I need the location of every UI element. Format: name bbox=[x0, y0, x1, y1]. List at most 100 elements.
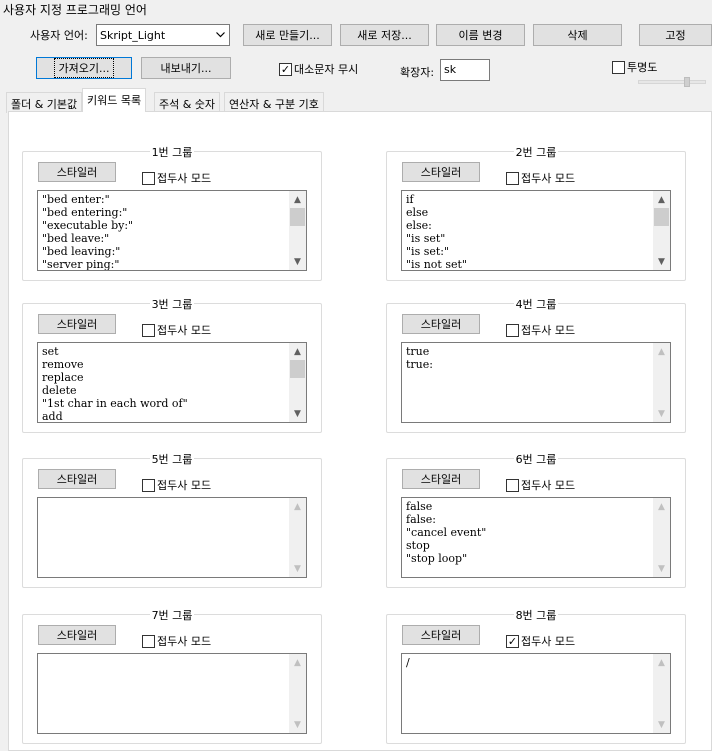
scrollbar[interactable]: ▲ ▼ bbox=[289, 654, 306, 733]
list-item[interactable]: true: bbox=[406, 358, 652, 371]
tab-comments-numbers[interactable]: 주석 & 숫자 bbox=[154, 92, 221, 113]
scroll-up-icon[interactable]: ▲ bbox=[653, 654, 670, 671]
prefix-mode-checkbox[interactable]: 접두사 모드 bbox=[142, 170, 211, 186]
list-item[interactable]: false bbox=[406, 500, 652, 513]
styler-button[interactable]: 스타일러 bbox=[38, 625, 116, 645]
keyword-list[interactable]: set remove replace delete "1st char in each … bbox=[37, 342, 307, 423]
styler-button[interactable]: 스타일러 bbox=[38, 314, 116, 334]
scroll-down-icon[interactable]: ▼ bbox=[653, 253, 670, 270]
keyword-group: 5번 그룹 스타일러 접두사 모드 ▲ ▼ bbox=[22, 453, 322, 588]
keyword-list[interactable]: false false: "cancel event" stop "stop loop"… bbox=[401, 497, 671, 578]
scroll-thumb[interactable] bbox=[290, 360, 305, 378]
dock-button[interactable]: 고정 bbox=[639, 24, 712, 46]
scroll-up-icon[interactable]: ▲ bbox=[289, 343, 306, 360]
checkbox-box bbox=[506, 171, 519, 185]
import-button[interactable]: 가져오기... bbox=[36, 57, 132, 79]
scroll-up-icon[interactable]: ▲ bbox=[289, 191, 306, 208]
scroll-down-icon[interactable]: ▼ bbox=[289, 560, 306, 577]
styler-button[interactable]: 스타일러 bbox=[402, 314, 480, 334]
list-item[interactable]: set bbox=[42, 345, 288, 358]
list-item[interactable]: false: bbox=[406, 513, 652, 526]
prefix-mode-label: 접두사 모드 bbox=[157, 172, 212, 185]
save-as-button[interactable]: 새로 저장... bbox=[340, 24, 429, 46]
keyword-list[interactable]: ▲ ▼ bbox=[37, 653, 307, 734]
styler-button[interactable]: 스타일러 bbox=[402, 469, 480, 489]
tab-operators-delimiters[interactable]: 연산자 & 구분 기호 bbox=[224, 92, 324, 113]
prefix-mode-checkbox[interactable]: 접두사 모드 bbox=[142, 477, 211, 493]
prefix-mode-checkbox[interactable]: 접두사 모드 bbox=[142, 633, 211, 649]
list-item[interactable]: "stop loop" bbox=[406, 552, 652, 565]
list-item[interactable]: "bed leaving:" bbox=[42, 245, 288, 258]
scroll-thumb[interactable] bbox=[290, 208, 305, 226]
transparency-slider[interactable] bbox=[638, 80, 706, 84]
list-item[interactable]: "is not set" bbox=[406, 258, 652, 270]
prefix-mode-checkbox[interactable]: ✓ 접두사 모드 bbox=[506, 633, 575, 649]
scroll-down-icon[interactable]: ▼ bbox=[289, 405, 306, 422]
list-item[interactable]: "cancel event" bbox=[406, 526, 652, 539]
styler-button[interactable]: 스타일러 bbox=[38, 162, 116, 182]
group-title-wrap: 8번 그룹 bbox=[387, 607, 685, 623]
scroll-down-icon[interactable]: ▼ bbox=[653, 405, 670, 422]
scroll-thumb[interactable] bbox=[654, 208, 669, 226]
keyword-list[interactable]: if else else: "is set" "is set:" "is not set"… bbox=[401, 190, 671, 271]
export-button[interactable]: 내보내기... bbox=[141, 57, 231, 79]
list-item[interactable]: "executable by:" bbox=[42, 219, 288, 232]
list-item[interactable]: else: bbox=[406, 219, 652, 232]
list-item[interactable]: / bbox=[406, 656, 652, 669]
styler-button[interactable]: 스타일러 bbox=[38, 469, 116, 489]
new-language-button[interactable]: 새로 만들기... bbox=[243, 24, 332, 46]
language-select[interactable]: Skript_Light bbox=[96, 24, 230, 46]
scroll-up-icon[interactable]: ▲ bbox=[289, 498, 306, 515]
scrollbar[interactable]: ▲ ▼ bbox=[289, 191, 306, 270]
scroll-down-icon[interactable]: ▼ bbox=[289, 253, 306, 270]
styler-button[interactable]: 스타일러 bbox=[402, 162, 480, 182]
scrollbar[interactable]: ▲ ▼ bbox=[653, 498, 670, 577]
keyword-list[interactable]: "bed enter:" "bed entering:" "executable b… bbox=[37, 190, 307, 271]
prefix-mode-checkbox[interactable]: 접두사 모드 bbox=[506, 477, 575, 493]
list-item[interactable]: "bed enter:" bbox=[42, 193, 288, 206]
delete-button[interactable]: 삭제 bbox=[533, 24, 622, 46]
list-item[interactable]: delete bbox=[42, 384, 288, 397]
list-item[interactable]: stop bbox=[406, 539, 652, 552]
tab-keywords[interactable]: 키워드 목록 bbox=[82, 88, 147, 112]
list-item[interactable]: remove bbox=[42, 358, 288, 371]
rename-button[interactable]: 이름 변경 bbox=[436, 24, 525, 46]
keyword-list[interactable]: ▲ ▼ bbox=[37, 497, 307, 578]
styler-button[interactable]: 스타일러 bbox=[402, 625, 480, 645]
scrollbar[interactable]: ▲ ▼ bbox=[289, 498, 306, 577]
transparency-checkbox[interactable]: 투명도 bbox=[612, 59, 657, 75]
list-item[interactable]: if bbox=[406, 193, 652, 206]
scroll-up-icon[interactable]: ▲ bbox=[653, 191, 670, 208]
scrollbar[interactable]: ▲ ▼ bbox=[289, 343, 306, 422]
scrollbar[interactable]: ▲ ▼ bbox=[653, 191, 670, 270]
list-item[interactable]: "is set" bbox=[406, 232, 652, 245]
list-item[interactable]: "1st char in each word of" bbox=[42, 397, 288, 410]
scrollbar[interactable]: ▲ ▼ bbox=[653, 343, 670, 422]
scroll-up-icon[interactable]: ▲ bbox=[653, 343, 670, 360]
scroll-down-icon[interactable]: ▼ bbox=[653, 716, 670, 733]
scrollbar[interactable]: ▲ ▼ bbox=[653, 654, 670, 733]
list-item[interactable]: "is set:" bbox=[406, 245, 652, 258]
keyword-list[interactable]: true true: ▲ ▼ bbox=[401, 342, 671, 423]
prefix-mode-checkbox[interactable]: 접두사 모드 bbox=[506, 322, 575, 338]
prefix-mode-checkbox[interactable]: 접두사 모드 bbox=[506, 170, 575, 186]
list-item[interactable]: "bed entering:" bbox=[42, 206, 288, 219]
prefix-mode-checkbox[interactable]: 접두사 모드 bbox=[142, 322, 211, 338]
scroll-up-icon[interactable]: ▲ bbox=[289, 654, 306, 671]
scroll-up-icon[interactable]: ▲ bbox=[653, 498, 670, 515]
list-item[interactable]: replace bbox=[42, 371, 288, 384]
scroll-down-icon[interactable]: ▼ bbox=[653, 560, 670, 577]
slider-thumb[interactable] bbox=[684, 77, 690, 87]
list-item[interactable]: "bed leave:" bbox=[42, 232, 288, 245]
ignore-case-checkbox[interactable]: ✓ 대소문자 무시 bbox=[279, 61, 358, 77]
list-item[interactable]: else bbox=[406, 206, 652, 219]
list-item[interactable]: "server ping:" bbox=[42, 258, 288, 270]
extension-input[interactable]: sk bbox=[440, 59, 490, 81]
scroll-down-icon[interactable]: ▼ bbox=[289, 716, 306, 733]
list-item[interactable]: true bbox=[406, 345, 652, 358]
keyword-list[interactable]: / ▲ ▼ bbox=[401, 653, 671, 734]
list-item[interactable]: add bbox=[42, 410, 288, 422]
group-title-wrap: 6번 그룹 bbox=[387, 451, 685, 467]
tab-folder-defaults[interactable]: 폴더 & 기본값 bbox=[6, 92, 83, 113]
language-value: Skript_Light bbox=[100, 28, 166, 42]
